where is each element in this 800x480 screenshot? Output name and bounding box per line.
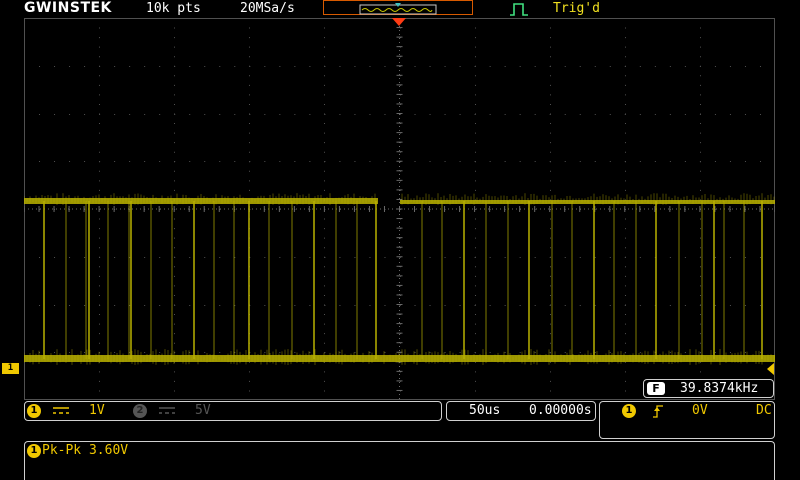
frequency-counter: F 39.8374kHz [643, 379, 774, 398]
graticule [24, 18, 775, 400]
time-scale: 50us [469, 403, 501, 418]
horizontal-position: 0.00000s [529, 403, 592, 418]
trigger-position-marker[interactable] [392, 18, 406, 26]
frequency-value: 39.8374kHz [680, 381, 759, 396]
trigger-level: 0V [692, 403, 708, 418]
memory-position-bar[interactable] [323, 0, 473, 15]
ch1-indicator[interactable]: 1 [27, 404, 41, 418]
brand-logo: GWINSTEK [24, 0, 112, 16]
trigger-level-marker[interactable] [766, 363, 775, 375]
ch2-scale: 5V [195, 403, 211, 418]
memory-waveform-icon [359, 3, 437, 15]
sample-rate: 20MSa/s [240, 1, 295, 16]
record-length: 10k pts [146, 1, 201, 16]
rising-edge-icon [653, 405, 663, 418]
waveform-display[interactable] [24, 18, 775, 400]
trigger-source-indicator: 1 [622, 404, 636, 418]
channel-status-panel[interactable]: 1 1V 2 5V [24, 401, 442, 421]
pk-pk-measurement: Pk-Pk 3.60V [42, 443, 129, 458]
trigger-pulse-icon [510, 3, 528, 16]
measurement-panel: 1 Pk-Pk 3.60V [24, 441, 775, 480]
ch2-indicator[interactable]: 2 [133, 404, 147, 418]
ch1-ground-marker[interactable]: 1 [2, 363, 19, 374]
frequency-label: F [647, 382, 665, 395]
measurement-channel-indicator: 1 [27, 444, 41, 458]
dc-coupling-icon [159, 407, 175, 414]
dc-coupling-icon [53, 407, 69, 414]
timebase-panel[interactable]: 50us 0.00000s [446, 401, 596, 421]
trigger-status: Trig'd [553, 1, 600, 16]
trigger-panel[interactable]: 1 0V DC [599, 401, 775, 439]
trigger-coupling: DC [756, 403, 772, 418]
ch1-scale: 1V [89, 403, 105, 418]
